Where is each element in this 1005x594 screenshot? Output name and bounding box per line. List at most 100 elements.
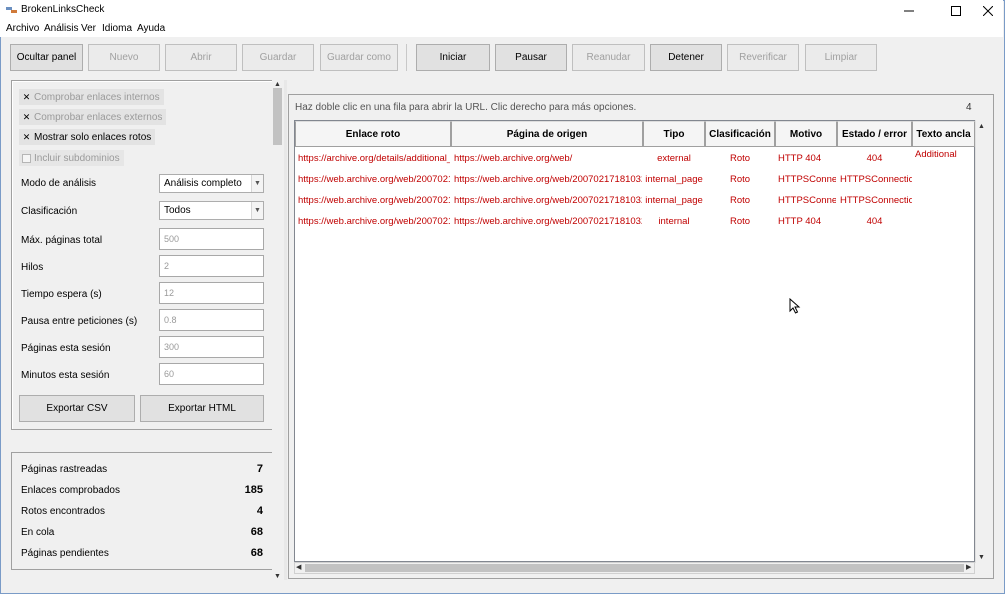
column-header-status[interactable]: Estado / error (837, 121, 912, 147)
only-broken-label: Mostrar solo enlaces rotos (34, 131, 152, 143)
export-html-button[interactable]: Exportar HTML (140, 395, 264, 422)
menu-idioma[interactable]: Idioma (102, 23, 132, 34)
checkmark-icon: ✕ (22, 111, 31, 122)
maximize-button[interactable] (940, 0, 972, 21)
close-icon (983, 5, 993, 16)
table-row-cell[interactable]: Roto (705, 216, 775, 230)
close-button[interactable] (972, 0, 1004, 21)
resume-button[interactable]: Reanudar (572, 44, 645, 71)
session-pages-label: Páginas esta sesión (21, 343, 111, 354)
title-bar: BrokenLinksCheck (0, 0, 1003, 21)
stat-label-pending: Páginas pendientes (21, 548, 109, 559)
minimize-icon (904, 10, 914, 11)
minimize-button[interactable] (893, 0, 925, 21)
session-minutes-input[interactable]: 60 (159, 363, 264, 385)
table-row-cell[interactable]: Roto (705, 153, 775, 167)
scroll-left-arrow-icon[interactable]: ◀ (296, 564, 301, 571)
check-internal-label: Comprobar enlaces internos (34, 91, 160, 103)
table-row-cell[interactable]: https://web.archive.org/web/2007021 (298, 216, 450, 230)
table-row-cell[interactable]: external (643, 153, 705, 167)
stop-button[interactable]: Detener (650, 44, 722, 71)
column-header-broken-link[interactable]: Enlace roto (295, 121, 451, 147)
export-csv-button[interactable]: Exportar CSV (19, 395, 135, 422)
table-row-cell[interactable]: https://web.archive.org/web/200702171810… (454, 195, 642, 209)
results-vertical-scrollbar[interactable] (975, 120, 988, 563)
table-row-cell[interactable]: HTTPSConnectior (840, 195, 912, 209)
table-row-cell[interactable]: https://web.archive.org/web/ (454, 153, 642, 167)
column-header-reason[interactable]: Motivo (775, 121, 837, 147)
menu-archivo[interactable]: Archivo (6, 23, 39, 34)
table-row-cell[interactable]: 404 (837, 153, 912, 167)
classification-select[interactable]: Todos ▼ (159, 201, 264, 220)
delay-input[interactable]: 0.8 (159, 309, 264, 331)
threads-input[interactable]: 2 (159, 255, 264, 277)
mode-select[interactable]: Análisis completo ▼ (159, 174, 264, 193)
table-row-cell[interactable]: internal_page (643, 174, 705, 188)
scroll-up-arrow-icon[interactable]: ▲ (978, 123, 985, 130)
session-pages-input[interactable]: 300 (159, 336, 264, 358)
table-row-cell[interactable]: https://web.archive.org/web/200702171810… (454, 174, 642, 188)
stat-value-checked: 185 (244, 484, 263, 496)
column-header-source-page[interactable]: Página de origen (451, 121, 643, 147)
check-external-checkbox[interactable]: ✕ Comprobar enlaces externos (19, 109, 167, 125)
recheck-button[interactable]: Reverificar (727, 44, 799, 71)
new-button[interactable]: Nuevo (88, 44, 160, 71)
toolbar-separator (406, 44, 407, 71)
scroll-down-arrow-icon[interactable]: ▼ (274, 573, 281, 580)
delay-label: Pausa entre peticiones (s) (21, 316, 138, 327)
menu-analisis[interactable]: Análisis (44, 23, 78, 34)
table-row-cell[interactable]: HTTP 404 (778, 216, 836, 230)
start-button[interactable]: Iniciar (416, 44, 490, 71)
column-header-anchor-text[interactable]: Texto ancla (912, 121, 975, 147)
horizontal-scroll-thumb[interactable] (305, 564, 964, 572)
left-scroll-thumb[interactable] (273, 88, 282, 145)
app-icon (6, 7, 17, 13)
checkmark-icon: ✕ (22, 131, 31, 142)
table-row-cell[interactable]: internal_page (643, 195, 705, 209)
stat-label-checked: Enlaces comprobados (21, 485, 120, 496)
timeout-input[interactable]: 12 (159, 282, 264, 304)
table-row-cell[interactable]: https://web.archive.org/web/200702171810… (454, 216, 642, 230)
max-pages-input[interactable]: 500 (159, 228, 264, 250)
table-row-cell[interactable]: Roto (705, 195, 775, 209)
include-subdomains-checkbox[interactable]: Incluir subdominios (19, 150, 124, 166)
column-header-type[interactable]: Tipo (643, 121, 705, 147)
max-pages-label: Máx. páginas total (21, 235, 103, 246)
left-panel-scrollbar[interactable] (272, 80, 283, 580)
column-header-classification[interactable]: Clasificación (705, 121, 775, 147)
threads-label: Hilos (21, 262, 44, 273)
check-internal-checkbox[interactable]: ✕ Comprobar enlaces internos (19, 89, 164, 105)
table-row-cell[interactable]: https://web.archive.org/web/2007021 (298, 195, 450, 209)
scroll-down-arrow-icon[interactable]: ▼ (978, 554, 985, 561)
chevron-down-icon: ▼ (251, 175, 263, 192)
save-button[interactable]: Guardar (242, 44, 314, 71)
mouse-cursor-icon (789, 298, 801, 314)
save-as-button[interactable]: Guardar como (320, 44, 398, 71)
table-row-cell[interactable]: https://web.archive.org/web/2007021 (298, 174, 450, 188)
pause-button[interactable]: Pausar (495, 44, 567, 71)
clear-button[interactable]: Limpiar (805, 44, 877, 71)
hide-panel-button[interactable]: Ocultar panel (10, 44, 83, 71)
scroll-up-arrow-icon[interactable]: ▲ (274, 81, 281, 88)
table-row-cell[interactable]: HTTPSConnec (778, 174, 836, 188)
mode-label: Modo de análisis (21, 178, 97, 189)
timeout-label: Tiempo espera (s) (21, 289, 102, 300)
table-row-cell[interactable]: Additional (915, 149, 975, 163)
scroll-right-arrow-icon[interactable]: ▶ (966, 564, 971, 571)
open-button[interactable]: Abrir (165, 44, 237, 71)
chevron-down-icon: ▼ (251, 202, 263, 219)
table-row-cell[interactable]: HTTPSConnectior (840, 174, 912, 188)
table-row-cell[interactable]: https://archive.org/details/additional_ (298, 153, 450, 167)
panel-splitter[interactable] (284, 80, 287, 580)
table-row-cell[interactable]: Roto (705, 174, 775, 188)
table-row-cell[interactable]: HTTPSConnec (778, 195, 836, 209)
table-row-cell[interactable]: 404 (837, 216, 912, 230)
table-row-cell[interactable]: internal (643, 216, 705, 230)
menu-ver[interactable]: Ver (81, 23, 96, 34)
empty-checkbox-icon (22, 153, 31, 163)
window-title: BrokenLinksCheck (21, 4, 105, 15)
only-broken-checkbox[interactable]: ✕ Mostrar solo enlaces rotos (19, 129, 156, 145)
table-row-cell[interactable]: HTTP 404 (778, 153, 836, 167)
menu-ayuda[interactable]: Ayuda (137, 23, 165, 34)
checkmark-icon: ✕ (22, 91, 31, 102)
